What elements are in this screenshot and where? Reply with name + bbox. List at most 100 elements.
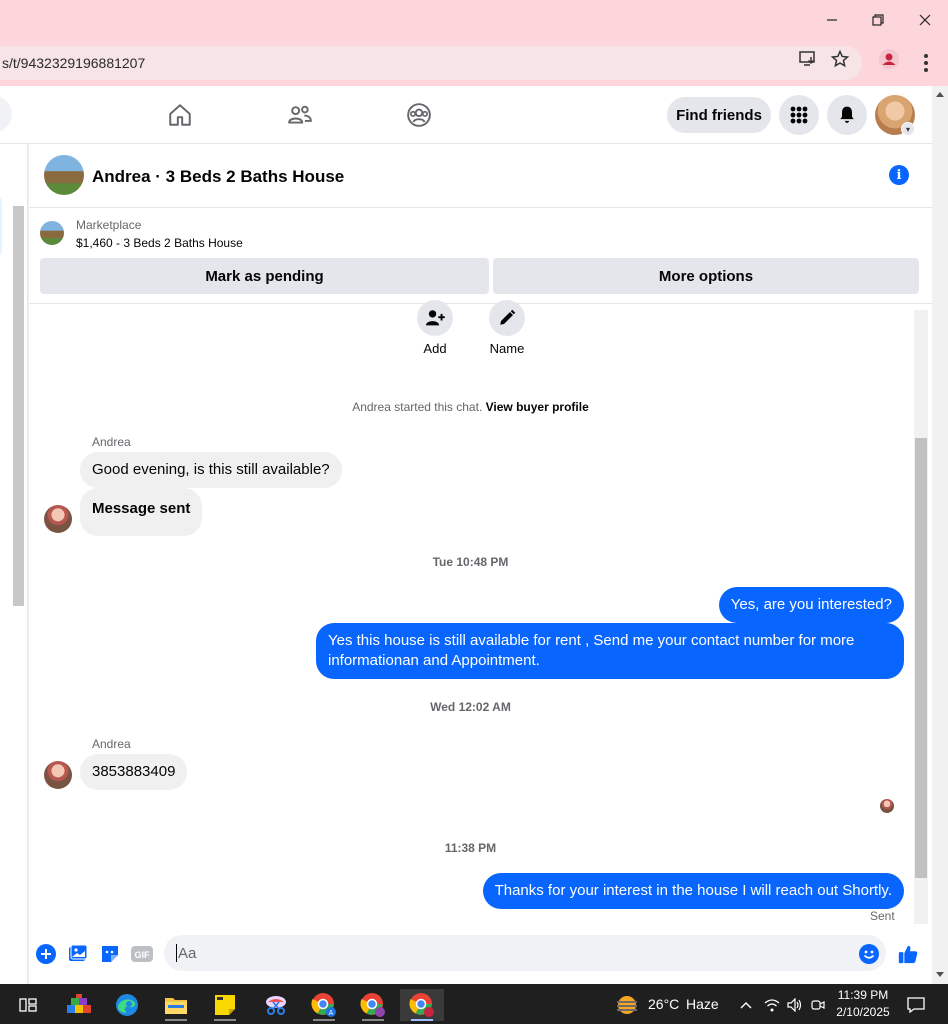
- text-caret: [176, 944, 177, 962]
- apps-grid-icon[interactable]: [779, 95, 819, 135]
- star-icon[interactable]: [827, 46, 853, 72]
- install-app-icon[interactable]: [795, 46, 821, 72]
- marketplace-label: Marketplace: [76, 218, 142, 232]
- taskbar: A 26°C Haze 11:39 PM 2/10/2025: [0, 984, 948, 1024]
- puzzle-app-icon[interactable]: [61, 989, 97, 1021]
- sender-name: Andrea: [92, 737, 131, 751]
- scroll-down-icon[interactable]: [936, 972, 944, 977]
- weather-icon[interactable]: [610, 989, 644, 1021]
- facebook-nav: Find friends ▾: [0, 86, 932, 144]
- message-bubble-outgoing[interactable]: Yes this house is still available for re…: [316, 623, 904, 679]
- thumbs-up-icon[interactable]: [897, 943, 919, 965]
- running-indicator: [214, 1019, 236, 1021]
- message-bubble-outgoing[interactable]: Thanks for your interest in the house I …: [482, 873, 904, 909]
- chat-started-notice: Andrea started this chat. View buyer pro…: [29, 400, 912, 414]
- home-icon[interactable]: [160, 98, 200, 132]
- profile-icon[interactable]: [876, 46, 902, 72]
- chrome-profile-c-icon[interactable]: [400, 989, 444, 1021]
- browser-scrollbar[interactable]: [932, 86, 948, 984]
- chat-scrollbar[interactable]: [914, 310, 928, 924]
- chat-title[interactable]: Andrea · 3 Beds 2 Baths House: [92, 167, 344, 187]
- timestamp: Wed 12:02 AM: [430, 700, 511, 714]
- running-indicator: [313, 1019, 335, 1021]
- notifications-icon[interactable]: [903, 989, 929, 1021]
- meet-now-icon[interactable]: [807, 989, 829, 1021]
- timestamp: Tue 10:48 PM: [432, 555, 509, 569]
- chat-panel: Andrea · 3 Beds 2 Baths House i Marketpl…: [29, 144, 932, 984]
- more-options-button[interactable]: More options: [493, 258, 919, 294]
- message-bubble-incoming[interactable]: 3853883409: [80, 754, 188, 790]
- add-person-icon[interactable]: [417, 300, 453, 336]
- system-clock[interactable]: 11:39 PM 2/10/2025: [830, 987, 896, 1021]
- started-text: Andrea started this chat.: [352, 400, 483, 414]
- task-view-icon[interactable]: [10, 989, 46, 1021]
- selected-conversation-highlight: [0, 196, 2, 256]
- message-bubble-outgoing[interactable]: Yes, are you interested?: [718, 587, 904, 623]
- add-label: Add: [423, 341, 447, 356]
- find-friends-button[interactable]: Find friends: [667, 97, 771, 133]
- gif-icon[interactable]: GIF: [131, 943, 153, 965]
- running-indicator: [411, 1019, 433, 1021]
- volume-icon[interactable]: [784, 989, 806, 1021]
- scroll-up-icon[interactable]: [936, 92, 944, 97]
- window-titlebar: [0, 0, 948, 40]
- message-bubble-incoming[interactable]: Good evening, is this still available?: [80, 452, 342, 488]
- mark-as-pending-button[interactable]: Mark as pending: [40, 258, 489, 294]
- listing-avatar[interactable]: [44, 155, 84, 195]
- message-composer: GIF Aa: [29, 924, 932, 984]
- snipping-tool-icon[interactable]: [258, 989, 294, 1021]
- sender-avatar[interactable]: [44, 761, 72, 789]
- message-list: Add Name Andrea started this chat. View …: [29, 300, 932, 924]
- sent-status: Sent: [870, 909, 895, 923]
- pencil-icon[interactable]: [489, 300, 525, 336]
- view-buyer-profile-link[interactable]: View buyer profile: [486, 400, 589, 414]
- address-bar[interactable]: s/t/9432329196881207: [0, 46, 862, 80]
- message-bubble-incoming[interactable]: Message sent: [80, 488, 203, 536]
- message-input-placeholder: Aa: [178, 944, 197, 962]
- chat-scrollbar-thumb[interactable]: [915, 438, 927, 878]
- sticky-notes-icon[interactable]: [207, 989, 243, 1021]
- running-indicator: [362, 1019, 384, 1021]
- chevron-down-icon[interactable]: ▾: [901, 122, 915, 136]
- sender-avatar[interactable]: [44, 505, 72, 533]
- restore-icon[interactable]: [855, 0, 901, 40]
- timestamp: 11:38 PM: [444, 841, 497, 855]
- close-icon[interactable]: [902, 0, 948, 40]
- menu-icon[interactable]: [916, 48, 936, 78]
- minimize-icon[interactable]: [809, 0, 855, 40]
- edge-icon[interactable]: [109, 989, 145, 1021]
- chat-header: Andrea · 3 Beds 2 Baths House i: [29, 144, 932, 208]
- sender-name: Andrea: [92, 435, 131, 449]
- marketplace-bar: Marketplace $1,460 - 3 Beds 2 Baths Hous…: [29, 208, 932, 304]
- wifi-icon[interactable]: [761, 989, 783, 1021]
- emoji-icon[interactable]: [858, 943, 880, 965]
- address-bar-row: s/t/9432329196881207: [0, 40, 948, 86]
- weather-temperature[interactable]: 26°C: [648, 996, 679, 1012]
- weather-description[interactable]: Haze: [686, 996, 719, 1012]
- listing-thumbnail[interactable]: [40, 221, 64, 245]
- groups-icon[interactable]: [399, 98, 439, 132]
- chevron-up-icon[interactable]: [736, 989, 756, 1021]
- clock-date: 2/10/2025: [836, 1005, 890, 1019]
- running-indicator: [165, 1019, 187, 1021]
- plus-icon[interactable]: [35, 943, 57, 965]
- read-receipt-avatar: [880, 799, 894, 813]
- conversation-list-scrollbar[interactable]: [13, 206, 24, 606]
- conversation-list-edge: [0, 144, 28, 984]
- url-text: s/t/9432329196881207: [2, 55, 146, 71]
- info-icon[interactable]: i: [889, 165, 909, 185]
- photo-icon[interactable]: [67, 943, 89, 965]
- search-field[interactable]: [0, 96, 12, 132]
- message-input[interactable]: Aa: [164, 935, 886, 971]
- file-explorer-icon[interactable]: [158, 989, 194, 1021]
- clock-time: 11:39 PM: [837, 988, 889, 1002]
- listing-title[interactable]: $1,460 - 3 Beds 2 Baths House: [76, 236, 243, 250]
- bell-icon[interactable]: [827, 95, 867, 135]
- chrome-profile-b-icon[interactable]: [355, 989, 391, 1021]
- chrome-profile-a-icon[interactable]: A: [306, 989, 342, 1021]
- name-label: Name: [489, 341, 525, 356]
- friends-icon[interactable]: [280, 98, 320, 132]
- svg-text:GIF: GIF: [135, 950, 151, 960]
- sticker-icon[interactable]: [99, 943, 121, 965]
- svg-text:A: A: [329, 1010, 334, 1017]
